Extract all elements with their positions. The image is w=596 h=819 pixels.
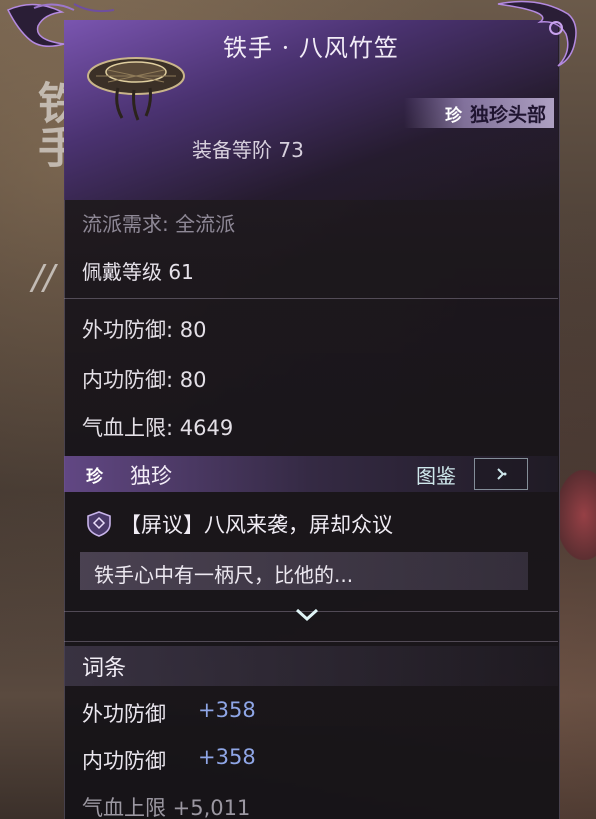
skill-description: 铁手心中有一柄尺，比他的... [94,563,354,587]
arrow-right-icon [497,468,507,480]
unique-section-title: 独珍 [130,464,172,488]
rarity-tag: 珍 独珍头部 [404,98,554,128]
equip-level: 装备等阶 73 [192,138,304,162]
divider [64,298,558,299]
divider [64,641,558,642]
rarity-label: 独珍头部 [469,103,546,126]
affix-name: 外功防御 [82,702,166,726]
rarity-badge: 珍 [444,105,462,126]
skill-name: 【屏议】八风来袭，屏却众议 [120,513,393,537]
stat-external-defense: 外功防御: 80 [82,318,207,342]
background-slash: // [32,258,55,298]
codex-button[interactable] [474,458,528,490]
affix-value: +358 [198,698,256,722]
background-flower [556,470,596,560]
affix-section-title: 词条 [82,656,127,681]
stat-internal-defense: 内功防御: 80 [82,368,207,392]
style-requirement: 流派需求: 全流派 [82,212,236,236]
codex-label[interactable]: 图鉴 [416,460,456,489]
chevron-down-icon[interactable] [292,602,322,626]
item-title: 铁手 · 八风竹笠 [223,34,399,62]
stat-max-hp: 气血上限: 4649 [82,416,234,440]
wear-level: 佩戴等级 61 [82,260,194,284]
affix-cutoff-row: 气血上限 +5,011 [82,796,251,819]
shield-emblem-icon [87,511,111,537]
unique-badge: 珍 [86,467,103,487]
affix-value: +358 [198,745,256,769]
affix-name: 内功防御 [82,749,166,773]
affix-section-header [64,646,558,686]
